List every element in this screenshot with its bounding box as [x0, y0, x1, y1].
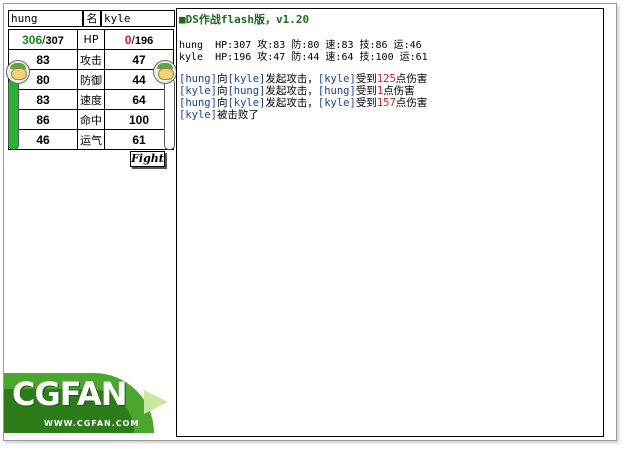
attack-label: 攻击	[77, 49, 105, 70]
log-text: 受到	[355, 73, 377, 85]
defeated-name: [kyle]	[179, 109, 217, 121]
player2-name-field[interactable]: kyle	[101, 10, 175, 27]
receiver-name: [kyle]	[317, 73, 356, 85]
battle-log-panel: ■DS作战flash版，v1.20 hung HP:307 攻:83 防:80 …	[176, 8, 604, 437]
logo-url: WWW.CGFAN.COM	[44, 419, 140, 428]
speed-row: 83 速度 64	[8, 89, 174, 110]
title-bullet-icon: ■	[179, 13, 186, 26]
target-name: [kyle]	[227, 97, 266, 109]
defeat-entry: [kyle]被击败了	[179, 109, 427, 121]
log-text: 发起攻击，	[265, 73, 318, 85]
logo-flag-icon	[144, 390, 168, 414]
fight-button[interactable]: Fight	[130, 151, 165, 167]
log-text: 向	[216, 97, 228, 109]
attacker-name: [hung]	[179, 73, 217, 85]
defense-label: 防御	[77, 69, 105, 90]
log-text: 发起攻击，	[265, 85, 318, 97]
log-entries: [hung]向[kyle]发起攻击，[kyle]受到125点伤害 [kyle]向…	[179, 73, 427, 121]
hit-label: 命中	[77, 109, 105, 130]
defense-row: 80 防御 44	[8, 69, 174, 90]
log-text: 受到	[355, 85, 377, 97]
luck-label: 运气	[77, 129, 105, 150]
attack-row: 83 攻击 47	[8, 49, 174, 70]
log-entry: [hung]向[kyle]发起攻击，[kyle]受到157点伤害	[179, 97, 427, 109]
log-text: 向	[216, 85, 228, 97]
hp-label: HP	[77, 29, 105, 50]
target-name: [hung]	[227, 85, 266, 97]
log-text: 向	[216, 73, 228, 85]
player1-hp-max: 307	[45, 34, 64, 47]
cgfan-logo: CGFAN WWW.CGFAN.COM	[4, 355, 174, 437]
attacker-name: [kyle]	[179, 85, 217, 97]
player2-hp-gauge	[164, 78, 175, 150]
log-entry: [hung]向[kyle]发起攻击，[kyle]受到125点伤害	[179, 73, 427, 85]
player1-hp-current: 306	[22, 32, 43, 47]
name-row: hung 名 kyle	[8, 10, 175, 27]
player2-avatar-icon	[153, 60, 177, 84]
receiver-name: [kyle]	[317, 97, 356, 109]
player1-hp: 306/307	[8, 29, 78, 50]
log-title: ■DS作战flash版，v1.20	[179, 11, 309, 27]
logo-text: CGFAN	[12, 375, 127, 413]
log-text: 点伤害	[383, 85, 415, 97]
avatar-face	[11, 68, 27, 80]
hit-row: 86 命中 100	[8, 109, 174, 130]
name-label: 名	[83, 10, 101, 27]
player1-name-field[interactable]: hung	[8, 10, 83, 27]
player1-avatar-icon	[6, 60, 30, 84]
defeat-text: 被击败了	[216, 109, 259, 121]
player2-stat-line: kyle HP:196 攻:47 防:44 速:64 技:100 运:61	[179, 52, 428, 63]
attacker-name: [hung]	[179, 97, 217, 109]
luck-row: 46 运气 61	[8, 129, 174, 150]
log-text: 受到	[355, 97, 377, 109]
player1-hp-gauge	[8, 78, 19, 150]
stats-table: 306/307 HP 0/196 83 攻击 47 80 防御 44 83 速度…	[8, 29, 174, 150]
log-text: 点伤害	[395, 97, 428, 109]
receiver-name: [hung]	[317, 85, 356, 97]
speed-label: 速度	[77, 89, 105, 110]
hp-row: 306/307 HP 0/196	[8, 29, 174, 50]
player2-hp-max: 196	[134, 34, 154, 47]
log-title-text: DS作战flash版，v1.20	[185, 13, 310, 26]
damage-value: 157	[376, 97, 396, 109]
player2-hp: 0/196	[104, 29, 174, 50]
target-name: [kyle]	[227, 73, 266, 85]
log-entry: [kyle]向[hung]发起攻击，[hung]受到1点伤害	[179, 85, 427, 97]
log-text: 发起攻击，	[265, 97, 318, 109]
avatar-face	[158, 68, 174, 80]
log-text: 点伤害	[395, 73, 428, 85]
damage-value: 125	[376, 73, 396, 85]
